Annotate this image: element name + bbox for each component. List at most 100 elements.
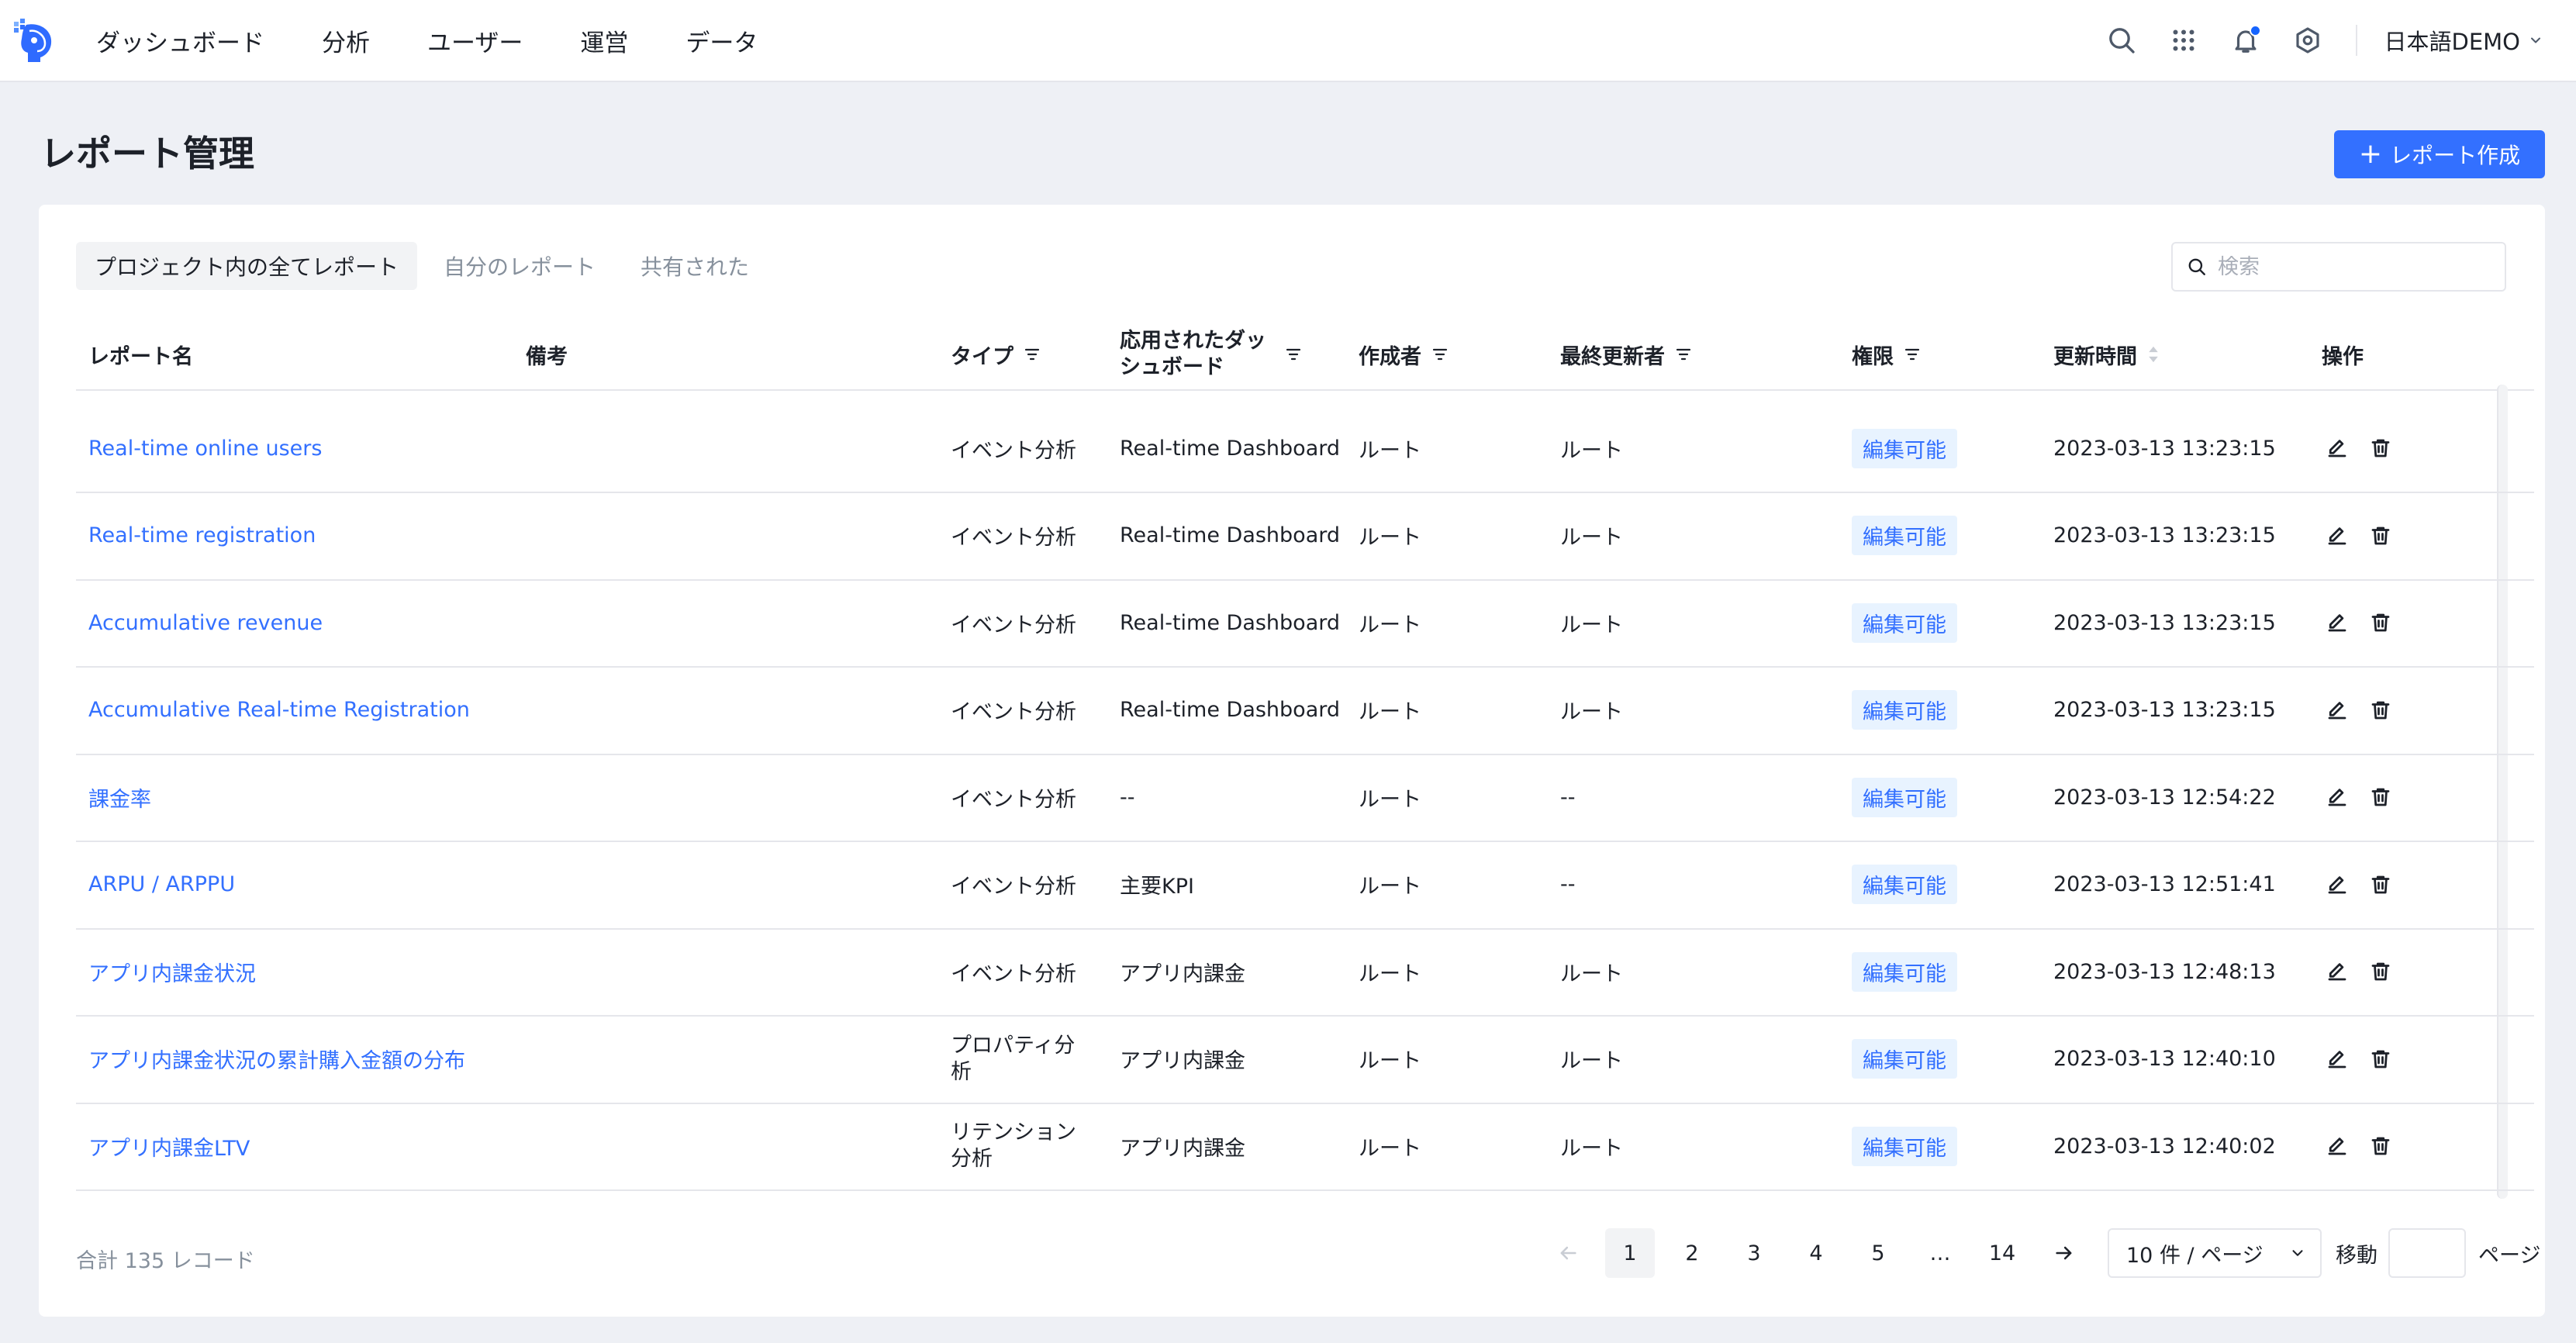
edit-icon[interactable] <box>2322 607 2353 638</box>
nav-item-data[interactable]: データ <box>685 23 758 58</box>
nav-item-dashboard[interactable]: ダッシュボード <box>96 23 264 58</box>
report-updated-time: 2023-03-13 13:23:15 <box>2053 698 2276 722</box>
delete-icon[interactable] <box>2365 1131 2396 1162</box>
user-menu[interactable]: 日本語DEMO <box>2384 24 2543 57</box>
nav-item-analysis[interactable]: 分析 <box>322 23 370 58</box>
report-type: イベント分析 <box>951 875 1076 899</box>
table-row: Real-time registration イベント分析 Real-time Da… <box>76 492 2534 581</box>
delete-icon[interactable] <box>2365 782 2396 813</box>
delete-icon[interactable] <box>2365 1044 2396 1075</box>
report-updated-time: 2023-03-13 12:40:02 <box>2053 1134 2276 1158</box>
row-actions <box>2322 841 2409 928</box>
col-header-action: 操作 <box>2322 344 2364 369</box>
tab-all-reports[interactable]: プロジェクト内の全てレポート <box>76 242 418 290</box>
report-creator: ルート <box>1359 526 1421 550</box>
filter-icon[interactable] <box>1023 345 1041 364</box>
page-ellipsis[interactable]: … <box>1915 1228 1965 1278</box>
logo-icon[interactable] <box>11 17 57 64</box>
filter-icon[interactable] <box>1431 345 1449 364</box>
apps-grid-icon[interactable] <box>2167 23 2201 57</box>
report-name-link[interactable]: アプリ内課金LTV <box>88 1103 250 1189</box>
page-button-5[interactable]: 5 <box>1853 1228 1903 1278</box>
search-box[interactable] <box>2171 242 2506 292</box>
settings-icon[interactable] <box>2291 23 2325 57</box>
edit-icon[interactable] <box>2322 1131 2353 1162</box>
row-actions <box>2322 667 2409 754</box>
edit-icon[interactable] <box>2322 695 2353 726</box>
table-row: アプリ内課金LTV リテンション分析 アプリ内課金 ルート ルート 編集可能 2023-03… <box>76 1103 2534 1191</box>
report-dashboard: アプリ内課金 <box>1120 1136 1245 1161</box>
create-report-button[interactable]: + レポート作成 <box>2334 130 2545 178</box>
report-name-link[interactable]: ARPU / ARPPU <box>88 841 235 928</box>
top-navigation-bar: ダッシュボード 分析 ユーザー 運営 データ 日本語DEMO <box>0 0 2576 82</box>
permission-cell: 編集可能 <box>1852 928 1957 1015</box>
report-creator: ルート <box>1359 438 1421 463</box>
page-button-1[interactable]: 1 <box>1605 1228 1655 1278</box>
report-dashboard: 主要KPI <box>1120 875 1194 899</box>
row-actions <box>2322 754 2409 841</box>
report-name-link[interactable]: Accumulative Real-time Registration <box>88 667 470 754</box>
search-icon <box>2188 258 2205 275</box>
permission-cell: 編集可能 <box>1852 579 1957 666</box>
search-input[interactable] <box>2216 254 2483 280</box>
delete-icon[interactable] <box>2365 607 2396 638</box>
total-records: 合計 135 レコード <box>76 1249 255 1273</box>
page-size-select[interactable]: 10 件 / ページ <box>2108 1228 2322 1278</box>
table-row: 課金率 イベント分析 -- ルート -- 編集可能 2023-03-13 12:54:22 <box>76 754 2534 842</box>
row-actions <box>2322 1016 2409 1103</box>
permission-badge: 編集可能 <box>1852 777 1957 817</box>
delete-icon[interactable] <box>2365 695 2396 726</box>
page-button-3[interactable]: 3 <box>1729 1228 1779 1278</box>
edit-icon[interactable] <box>2322 869 2353 900</box>
filter-icon[interactable] <box>1674 345 1693 364</box>
report-updated-time: 2023-03-13 12:40:10 <box>2053 1047 2276 1071</box>
table-row: Accumulative Real-time Registration イベント分… <box>76 667 2534 755</box>
table-row: アプリ内課金状況 イベント分析 アプリ内課金 ルート ルート 編集可能 2023-03-13… <box>76 928 2534 1017</box>
report-type: イベント分析 <box>951 613 1076 637</box>
edit-icon[interactable] <box>2322 956 2353 987</box>
bell-icon[interactable] <box>2229 23 2263 57</box>
tab-my-reports[interactable]: 自分のレポート <box>425 242 614 290</box>
prev-page-icon[interactable] <box>1543 1228 1593 1278</box>
report-name-link[interactable]: 課金率 <box>88 754 151 841</box>
permission-badge: 編集可能 <box>1852 690 1957 730</box>
report-type: イベント分析 <box>951 962 1076 986</box>
edit-icon[interactable] <box>2322 782 2353 813</box>
report-name-link[interactable]: アプリ内課金状況の累計購入金額の分布 <box>88 1016 465 1103</box>
delete-icon[interactable] <box>2365 433 2396 464</box>
edit-icon[interactable] <box>2322 1044 2353 1075</box>
filter-icon[interactable] <box>1903 345 1922 364</box>
tab-shared[interactable]: 共有された <box>622 242 768 290</box>
delete-icon[interactable] <box>2365 956 2396 987</box>
next-page-icon[interactable] <box>2039 1228 2089 1278</box>
permission-badge: 編集可能 <box>1852 1126 1957 1166</box>
search-icon[interactable] <box>2105 23 2139 57</box>
goto-page-input[interactable] <box>2388 1228 2466 1278</box>
report-name-link[interactable]: Real-time online users <box>88 405 322 492</box>
report-updated-time: 2023-03-13 13:23:15 <box>2053 523 2276 547</box>
report-type: プロパティ分析 <box>951 1033 1076 1084</box>
report-creator: ルート <box>1359 700 1421 724</box>
report-name-link[interactable]: Accumulative revenue <box>88 579 323 666</box>
col-header-creator: 作成者 <box>1359 319 1449 389</box>
report-name-link[interactable]: Real-time registration <box>88 492 316 579</box>
page-button-2[interactable]: 2 <box>1667 1228 1717 1278</box>
nav-item-operations[interactable]: 運営 <box>580 23 628 58</box>
edit-icon[interactable] <box>2322 433 2353 464</box>
delete-icon[interactable] <box>2365 520 2396 551</box>
report-updated-time: 2023-03-13 12:48:13 <box>2053 959 2276 984</box>
page-button-4[interactable]: 4 <box>1791 1228 1841 1278</box>
pagination: 1 2 3 4 5 … 14 10 件 / ページ 移動 ページ <box>1543 1228 2540 1278</box>
col-header-permission: 権限 <box>1852 319 1922 389</box>
sort-icon[interactable] <box>2146 344 2160 364</box>
page-button-14[interactable]: 14 <box>1977 1228 2027 1278</box>
report-updated-time: 2023-03-13 13:23:15 <box>2053 436 2276 461</box>
delete-icon[interactable] <box>2365 869 2396 900</box>
report-name-link[interactable]: アプリ内課金状況 <box>88 928 256 1015</box>
filter-icon[interactable] <box>1284 345 1303 364</box>
col-header-dashboard: 応用されたダッシュボード <box>1120 319 1303 389</box>
table-header: レポート名 備考 タイプ 応用されたダッシュボード 作成者 最終更新者 権限 更… <box>76 319 2534 391</box>
nav-item-users[interactable]: ユーザー <box>427 23 523 58</box>
edit-icon[interactable] <box>2322 520 2353 551</box>
report-dashboard: Real-time Dashboard <box>1120 523 1341 547</box>
